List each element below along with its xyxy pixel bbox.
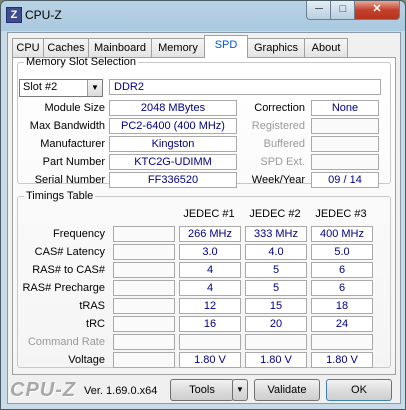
minimize-button[interactable]: ─ xyxy=(306,1,332,20)
tab-about[interactable]: About xyxy=(304,38,348,57)
timing-cell: 6 xyxy=(311,262,373,278)
timing-cell: 5.0 xyxy=(311,244,373,260)
tools-button[interactable]: Tools xyxy=(170,379,234,401)
spd-panel: Memory Slot Selection Slot #2 ▼ DDR2 Mod… xyxy=(12,56,396,375)
bottom-bar: CPU-Z Ver. 1.69.0.x64 Tools ▼ Validate O… xyxy=(8,377,400,403)
tab-spd[interactable]: SPD xyxy=(204,35,248,58)
timing-cell: 5 xyxy=(245,280,307,296)
timing-cell: 1.80 V xyxy=(245,352,307,368)
memory-slot-legend: Memory Slot Selection xyxy=(26,56,137,68)
chevron-down-icon[interactable]: ▼ xyxy=(232,379,248,401)
maximize-button[interactable]: □ xyxy=(330,1,356,20)
max-bandwidth-value: PC2-6400 (400 MHz) xyxy=(109,118,237,134)
buffered-label: Buffered xyxy=(263,138,305,150)
timing-blank-cell xyxy=(113,244,175,260)
timing-row-label: tRC xyxy=(86,318,105,330)
timing-row-label: CAS# Latency xyxy=(34,246,105,258)
timings-column-header: JEDEC #2 xyxy=(249,208,301,220)
spd-ext-value xyxy=(311,154,379,170)
buffered-value xyxy=(311,136,379,152)
tab-mainboard[interactable]: Mainboard xyxy=(88,38,152,57)
client-area: CPU Caches Mainboard Memory SPD Graphics… xyxy=(7,32,401,404)
cpuz-app-icon: Z xyxy=(6,7,22,23)
timings-legend: Timings Table xyxy=(26,190,94,202)
spd-ext-label: SPD Ext. xyxy=(260,156,305,168)
timing-blank-cell xyxy=(113,226,175,242)
title-bar[interactable]: Z CPU-Z ─ □ ✕ xyxy=(1,1,405,29)
timing-row-label: Frequency xyxy=(53,228,105,240)
timing-row-label: RAS# to CAS# xyxy=(32,264,105,276)
timing-row-label: Command Rate xyxy=(27,336,105,348)
timing-cell: 18 xyxy=(311,298,373,314)
tab-memory[interactable]: Memory xyxy=(151,38,205,57)
timing-cell: 333 MHz xyxy=(245,226,307,242)
window-title: CPU-Z xyxy=(25,8,62,22)
part-number-value: KTC2G-UDIMM xyxy=(109,154,237,170)
timing-cell: 4 xyxy=(179,280,241,296)
week-year-value: 09 / 14 xyxy=(311,172,379,188)
validate-button[interactable]: Validate xyxy=(254,379,320,401)
timing-blank-cell xyxy=(113,316,175,332)
timing-blank-cell xyxy=(113,280,175,296)
max-bandwidth-label: Max Bandwidth xyxy=(29,120,105,132)
cpuz-window: Z CPU-Z ─ □ ✕ CPU Caches Mainboard Memor… xyxy=(0,0,406,410)
manufacturer-value: Kingston xyxy=(109,136,237,152)
timing-cell: 3.0 xyxy=(179,244,241,260)
manufacturer-label: Manufacturer xyxy=(40,138,105,150)
timing-cell: 24 xyxy=(311,316,373,332)
close-button[interactable]: ✕ xyxy=(354,1,400,20)
timing-cell xyxy=(245,334,307,350)
correction-value: None xyxy=(311,100,379,116)
timing-row-label: Voltage xyxy=(68,354,105,366)
timing-cell xyxy=(179,334,241,350)
timing-cell: 20 xyxy=(245,316,307,332)
timing-cell: 400 MHz xyxy=(311,226,373,242)
module-size-label: Module Size xyxy=(44,102,105,114)
timings-column-header: JEDEC #1 xyxy=(183,208,235,220)
timing-blank-cell xyxy=(113,262,175,278)
correction-label: Correction xyxy=(254,102,305,114)
timing-cell: 12 xyxy=(179,298,241,314)
version-label: Ver. 1.69.0.x64 xyxy=(84,385,158,397)
memory-type-field: DDR2 xyxy=(109,79,381,95)
timing-cell: 6 xyxy=(311,280,373,296)
timing-cell: 15 xyxy=(245,298,307,314)
timing-cell: 4 xyxy=(179,262,241,278)
serial-number-value: FF336520 xyxy=(109,172,237,188)
slot-dropdown-value: Slot #2 xyxy=(23,81,58,93)
tab-caches[interactable]: Caches xyxy=(43,38,89,57)
timing-cell: 4.0 xyxy=(245,244,307,260)
slot-dropdown[interactable]: Slot #2 ▼ xyxy=(19,79,103,97)
timing-cell xyxy=(311,334,373,350)
timing-cell: 16 xyxy=(179,316,241,332)
timing-cell: 1.80 V xyxy=(311,352,373,368)
timing-blank-cell xyxy=(113,298,175,314)
module-size-value: 2048 MBytes xyxy=(109,100,237,116)
timing-blank-cell xyxy=(113,334,175,350)
timing-row-label: RAS# Precharge xyxy=(22,282,105,294)
timing-cell: 1.80 V xyxy=(179,352,241,368)
tab-graphics[interactable]: Graphics xyxy=(247,38,305,57)
timing-blank-cell xyxy=(113,352,175,368)
timing-cell: 5 xyxy=(245,262,307,278)
timings-column-header: JEDEC #3 xyxy=(315,208,367,220)
part-number-label: Part Number xyxy=(42,156,105,168)
ok-button[interactable]: OK xyxy=(326,379,392,401)
cpuz-logo: CPU-Z xyxy=(10,379,77,401)
week-year-label: Week/Year xyxy=(251,174,305,186)
timing-row-label: tRAS xyxy=(79,300,105,312)
serial-number-label: Serial Number xyxy=(34,174,105,186)
tab-cpu[interactable]: CPU xyxy=(12,38,44,57)
registered-label: Registered xyxy=(251,120,305,132)
chevron-down-icon[interactable]: ▼ xyxy=(87,80,102,96)
registered-value xyxy=(311,118,379,134)
timing-cell: 266 MHz xyxy=(179,226,241,242)
